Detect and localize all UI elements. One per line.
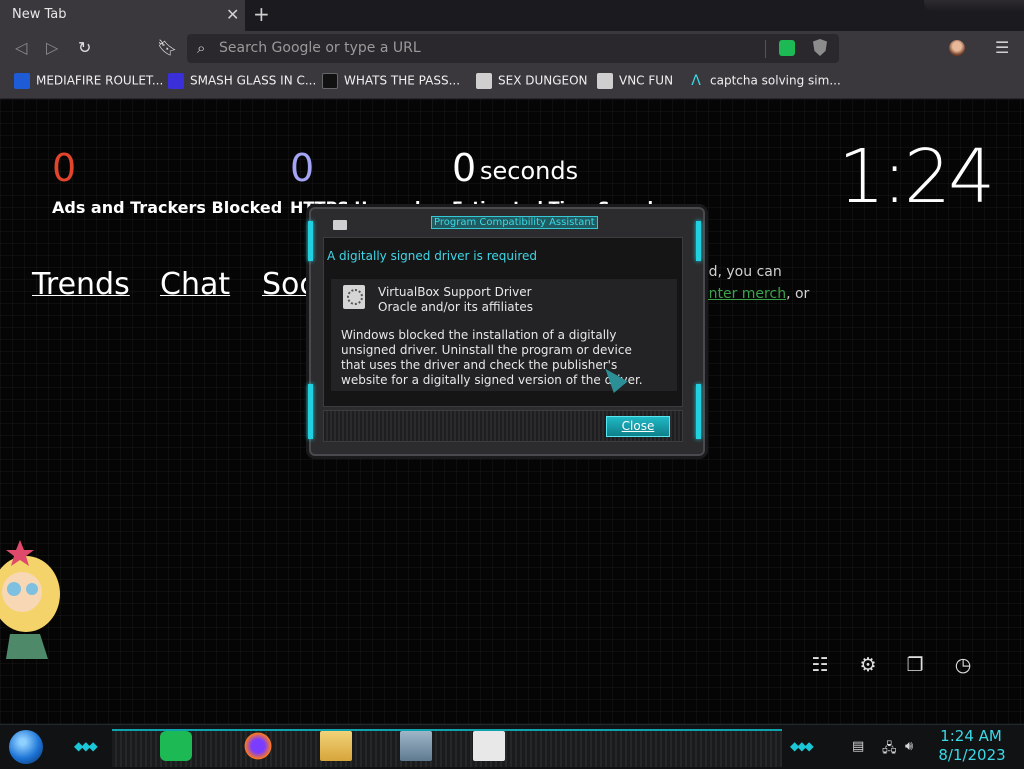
taskbar-date[interactable]: 8/1/2023 — [936, 746, 1008, 764]
bookmarks-icon[interactable]: ❐ — [904, 654, 926, 676]
tab-title: New Tab — [12, 7, 67, 22]
taskbar: ◆◆◆ ◆◆◆ ▤ 🖧︎ 🔊︎ 1:24 AM 8/1/2023 — [0, 724, 1024, 769]
driver-info-card: VirtualBox Support Driver Oracle and/or … — [331, 279, 677, 391]
link-chat[interactable]: Chat — [160, 267, 230, 302]
divider — [765, 40, 766, 58]
driver-publisher: Oracle and/or its affiliates — [378, 300, 533, 314]
network-icon[interactable]: 🖧︎ — [882, 739, 897, 761]
taskbar-time[interactable]: 1:24 AM — [940, 727, 1002, 745]
start-button[interactable] — [9, 730, 43, 764]
cartoon-character-image — [0, 540, 60, 659]
taskbar-band — [112, 729, 782, 767]
bookmark-item[interactable]: Λcaptcha solving sim... — [688, 73, 841, 91]
firefox-icon[interactable] — [242, 731, 274, 761]
address-placeholder: Search Google or type a URL — [219, 40, 421, 56]
taskbar-decoration: ◆◆◆ — [74, 739, 98, 753]
compatibility-dialog: Program Compatibility Assistant A digita… — [308, 207, 705, 456]
settings-gear-icon[interactable]: ⚙ — [857, 654, 879, 676]
close-button[interactable]: Close — [606, 416, 670, 437]
volume-icon[interactable]: 🔊︎ — [905, 739, 913, 754]
cube-icon — [476, 73, 492, 89]
address-bar[interactable]: ⌕ Search Google or type a URL — [187, 34, 839, 63]
profile-avatar[interactable] — [949, 40, 965, 56]
tab-new-tab[interactable]: New Tab ✕ — [0, 0, 245, 31]
driver-icon — [343, 285, 365, 309]
bookmark-item[interactable]: SEX DUNGEON — [476, 73, 588, 91]
window-frame-decoration — [924, 0, 1024, 12]
bookmark-item[interactable]: MEDIAFIRE ROULET... — [14, 73, 163, 91]
promo-text: ed, you can — [700, 264, 782, 280]
time-saved-count: 0 — [452, 146, 477, 190]
file-explorer-icon[interactable] — [320, 731, 352, 761]
ads-blocked-count: 0 — [52, 146, 77, 190]
bookmark-icon[interactable]: 🔖︎ — [157, 38, 177, 57]
bookmarks-bar: MEDIAFIRE ROULET... SMASH GLASS IN C... … — [0, 66, 1024, 99]
close-tab-icon[interactable]: ✕ — [226, 5, 239, 24]
lock-icon — [322, 73, 338, 89]
cube-icon — [597, 73, 613, 89]
frame-accent — [308, 384, 313, 439]
bookmark-item[interactable]: SMASH GLASS IN C... — [168, 73, 316, 91]
tab-strip: New Tab ✕ + — [0, 0, 1024, 31]
link-social[interactable]: Soc — [262, 267, 316, 302]
window-system-icon — [333, 220, 347, 230]
mediafire-icon — [14, 73, 30, 89]
frame-accent — [696, 384, 701, 439]
dialog-footer: Close — [323, 410, 683, 442]
promo-text-line2: enter merch, or — [700, 286, 810, 302]
history-icon[interactable]: ◷ — [952, 654, 974, 676]
taskbar-decoration: ◆◆◆ — [790, 739, 814, 753]
driver-name: VirtualBox Support Driver — [378, 285, 532, 299]
task-list-icon[interactable] — [473, 731, 505, 761]
search-icon: ⌕ — [197, 39, 206, 57]
leo-chat-icon[interactable] — [779, 40, 795, 56]
dialog-heading: A digitally signed driver is required — [327, 249, 537, 263]
customize-sliders-icon[interactable]: ☷ — [809, 654, 831, 676]
smash-glass-icon — [168, 73, 184, 89]
lambda-icon: Λ — [691, 73, 701, 89]
frame-accent — [308, 221, 313, 261]
link-trends[interactable]: Trends — [32, 267, 130, 302]
bookmark-item[interactable]: VNC FUN — [597, 73, 673, 91]
toolbar: ◁ ▷ ↻ 🔖︎ ⌕ Search Google or type a URL ☰ — [0, 31, 1024, 66]
https-upgrades-count: 0 — [290, 146, 315, 190]
ads-blocked-label: Ads and Trackers Blocked — [52, 198, 283, 217]
bookmark-item[interactable]: WHATS THE PASS... — [322, 73, 460, 91]
time-saved-unit: seconds — [480, 157, 579, 185]
clock: 1:24 — [838, 134, 995, 220]
network-computer-icon[interactable] — [400, 731, 432, 761]
new-tab-icon[interactable]: + — [253, 2, 270, 26]
merch-link[interactable]: enter merch — [700, 286, 786, 302]
show-hidden-icons-icon[interactable]: ▤ — [852, 739, 864, 754]
reload-icon[interactable]: ↻ — [78, 38, 91, 57]
back-icon[interactable]: ◁ — [15, 38, 27, 57]
forward-icon[interactable]: ▷ — [46, 38, 58, 57]
dialog-title: Program Compatibility Assistant — [431, 216, 598, 229]
shield-icon[interactable] — [813, 39, 827, 56]
menu-icon[interactable]: ☰ — [995, 38, 1009, 57]
frame-accent — [696, 221, 701, 261]
taskbar-app-chat-icon[interactable] — [160, 731, 192, 761]
